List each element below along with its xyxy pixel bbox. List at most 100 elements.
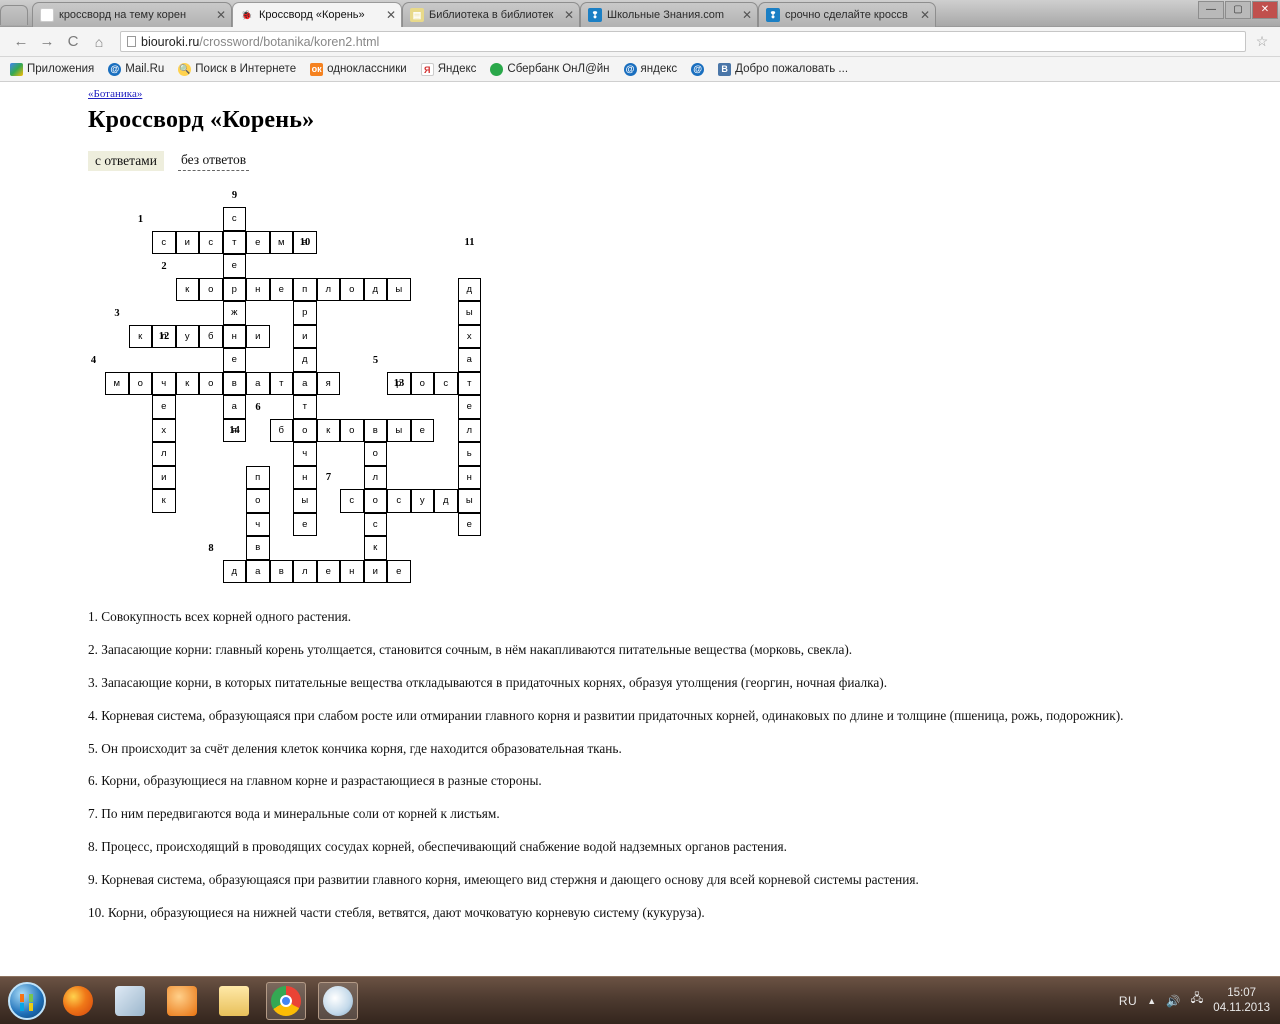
taskbar-paint[interactable] bbox=[318, 981, 358, 1020]
crossword-cell: н bbox=[293, 465, 317, 489]
browser-tab-4[interactable]: ❢ Школьные Знания.com ✕ bbox=[580, 2, 758, 27]
crossword-cell: к bbox=[175, 277, 199, 301]
crossword-cell: и bbox=[175, 230, 199, 254]
bookmark-label: Mail.Ru bbox=[125, 63, 165, 75]
browser-tab-2[interactable]: 🐞 Кроссворд «Корень» ✕ bbox=[232, 2, 402, 27]
tab-label: Библиотека в библиотек bbox=[429, 9, 554, 21]
system-tray: RU ▲ 🔊 🖧 15:07 04.11.2013 bbox=[1119, 986, 1280, 1015]
tab-label: Школьные Знания.com bbox=[607, 9, 725, 21]
tab-with-answers[interactable]: с ответами bbox=[88, 150, 164, 171]
crossword-cell: и bbox=[246, 324, 270, 348]
screen: Якроссворд на тему корен ✕ 🐞 Кроссворд «Кор… bbox=[0, 0, 1280, 1024]
taskbar-firefox[interactable] bbox=[58, 982, 98, 1020]
maximize-button[interactable]: ▢ bbox=[1225, 1, 1251, 19]
clue-item-6: 6. Корни, образующиеся на главном корне … bbox=[88, 773, 542, 789]
crossword-cell: а bbox=[293, 371, 317, 395]
bookmark-item-9[interactable]: B Добро пожаловать ... bbox=[718, 62, 849, 76]
url-text: biouroki.ru/crossword/botanika/koren2.ht… bbox=[141, 35, 379, 49]
crossword-cell: е bbox=[457, 512, 481, 536]
tab-without-answers[interactable]: без ответов bbox=[177, 150, 250, 171]
crossword-cell: н bbox=[222, 324, 246, 348]
tab-close-icon[interactable]: ✕ bbox=[741, 8, 753, 22]
crossword-cell: в bbox=[363, 418, 387, 442]
address-bar[interactable]: biouroki.ru/crossword/botanika/koren2.ht… bbox=[120, 31, 1246, 52]
bookmark-star-icon[interactable]: ☆ bbox=[1252, 33, 1272, 50]
crossword-number: 3 bbox=[114, 307, 120, 319]
crossword-grid: ссистемаекорнеплодыджрыклубниихедамочков… bbox=[88, 185, 508, 583]
taskbar-video-player[interactable] bbox=[162, 982, 202, 1020]
taskbar-chrome[interactable] bbox=[266, 981, 306, 1020]
crossword-cell: с bbox=[387, 489, 411, 513]
language-indicator[interactable]: RU bbox=[1119, 994, 1137, 1008]
crossword-cell: и bbox=[363, 559, 387, 583]
breadcrumb[interactable]: «Ботаника» bbox=[88, 88, 1280, 100]
clue-item-10: 10. Корни, образующиеся на нижней части … bbox=[88, 904, 705, 920]
home-icon[interactable]: ⌂ bbox=[86, 30, 112, 54]
crossword-cell: к bbox=[128, 324, 152, 348]
tab-close-icon[interactable]: ✕ bbox=[919, 8, 931, 22]
bookmark-label: одноклассники bbox=[327, 63, 407, 75]
tab-label: кроссворд на тему корен bbox=[59, 9, 187, 21]
taskbar-explorer[interactable] bbox=[214, 982, 254, 1020]
tab-close-icon[interactable]: ✕ bbox=[385, 8, 397, 22]
show-hidden-icons-icon[interactable]: ▲ bbox=[1147, 996, 1156, 1006]
crossword-cell: е bbox=[316, 559, 340, 583]
tab-close-icon[interactable]: ✕ bbox=[215, 8, 227, 22]
crossword-cell: н bbox=[246, 277, 270, 301]
paint-icon bbox=[323, 985, 353, 1016]
forward-icon[interactable]: → bbox=[34, 30, 60, 54]
bookmark-label: Поиск в Интернете bbox=[195, 63, 297, 75]
taskbar: RU ▲ 🔊 🖧 15:07 04.11.2013 bbox=[0, 976, 1280, 1024]
bookmark-item-1[interactable]: Приложения bbox=[10, 62, 94, 76]
clock[interactable]: 15:07 04.11.2013 bbox=[1213, 986, 1270, 1015]
crossword-number: 5 bbox=[372, 354, 379, 366]
clock-time: 15:07 bbox=[1227, 987, 1257, 1000]
browser-tab-5[interactable]: ❢ срочно сделайте кроссв ✕ bbox=[758, 2, 936, 27]
back-icon[interactable]: ← bbox=[8, 30, 34, 54]
crossword-cell: д bbox=[363, 277, 387, 301]
bookmark-item-5[interactable]: Я Яндекс bbox=[420, 62, 476, 76]
network-icon[interactable]: 🖧 bbox=[1190, 991, 1203, 1010]
bookmark-item-7[interactable]: @ яндекс bbox=[623, 62, 677, 76]
crossword-cell: х bbox=[152, 418, 176, 442]
taskbar-media-player[interactable] bbox=[110, 982, 150, 1020]
crossword-cell: ы bbox=[387, 418, 411, 442]
crossword-cell: к bbox=[175, 371, 199, 395]
start-button[interactable] bbox=[8, 981, 46, 1020]
volume-icon[interactable]: 🔊 bbox=[1166, 994, 1180, 1008]
bookmark-item-6[interactable]: Сбербанк ОнЛ@йн bbox=[490, 62, 610, 76]
crossword-cell: о bbox=[199, 277, 223, 301]
bookmark-item-8[interactable]: @ bbox=[691, 62, 705, 76]
browser-tab-3[interactable]: ▤ Библиотека в библиотек ✕ bbox=[402, 2, 580, 27]
crossword-cell: в bbox=[222, 371, 246, 395]
crossword-number: 10 bbox=[299, 237, 311, 248]
bookmark-label: Добро пожаловать ... bbox=[735, 63, 849, 75]
crossword-cell: а bbox=[246, 371, 270, 395]
close-window-button[interactable]: ✕ bbox=[1252, 1, 1278, 19]
crossword-cell: у bbox=[175, 324, 199, 348]
crossword-cell: о bbox=[340, 277, 364, 301]
clue-item-2: 2. Запасающие корни: главный корень утол… bbox=[88, 641, 853, 657]
bookmark-item-4[interactable]: ок одноклассники bbox=[310, 62, 407, 76]
znania-icon: ❢ bbox=[766, 8, 780, 22]
crossword-number: 8 bbox=[208, 542, 214, 554]
crossword-cell: е bbox=[152, 395, 176, 419]
crossword-cell: с bbox=[199, 230, 223, 254]
clue-item-5: 5. Он происходит за счёт деления клеток … bbox=[88, 740, 622, 756]
bookmark-label: Сбербанк ОнЛ@йн bbox=[507, 63, 610, 75]
crossword-cell: р bbox=[293, 301, 317, 325]
bookmarks-bar: Приложения @ Mail.Ru 🔍 Поиск в Интернете ок од… bbox=[0, 57, 1280, 82]
crossword-cell: с bbox=[363, 512, 387, 536]
browser-tab-1[interactable]: Якроссворд на тему корен ✕ bbox=[32, 2, 232, 27]
clue-item-3: 3. Запасающие корни, в которых питательн… bbox=[88, 674, 888, 690]
new-tab-button[interactable] bbox=[0, 5, 28, 25]
crossword-cell: ч bbox=[246, 512, 270, 536]
search-icon: 🔍 bbox=[178, 62, 192, 76]
crossword-number: 4 bbox=[90, 354, 97, 366]
bookmark-item-2[interactable]: @ Mail.Ru bbox=[108, 62, 165, 76]
bookmark-item-3[interactable]: 🔍 Поиск в Интернете bbox=[178, 62, 297, 76]
reload-icon[interactable]: C bbox=[60, 30, 86, 54]
minimize-button[interactable]: — bbox=[1198, 1, 1224, 19]
page-content: «Ботаника» Кроссворд «Корень» с ответами… bbox=[0, 82, 1280, 923]
tab-close-icon[interactable]: ✕ bbox=[563, 8, 575, 22]
